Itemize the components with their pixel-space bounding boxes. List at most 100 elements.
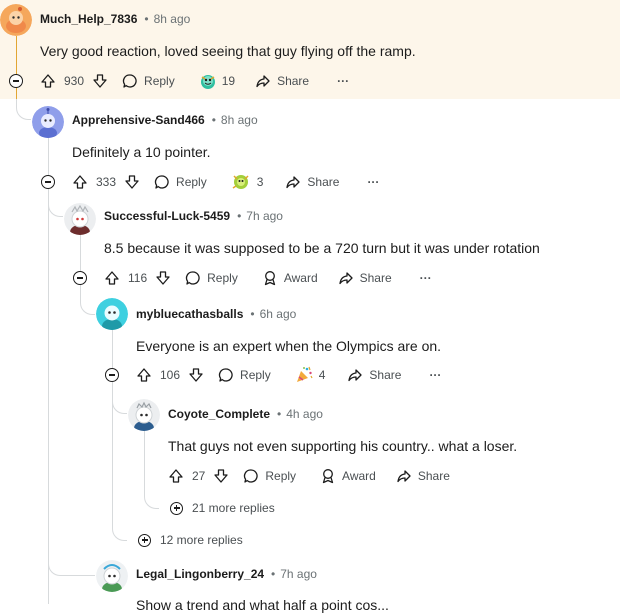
- award-count: 19: [221, 74, 236, 88]
- more-options-button[interactable]: ···: [429, 368, 441, 382]
- vote-count: 106: [160, 368, 181, 382]
- username[interactable]: Successful-Luck-5459: [104, 209, 230, 223]
- award-button[interactable]: 3: [231, 173, 264, 191]
- upvote-icon: [73, 175, 87, 189]
- thread-line-level-3: [80, 235, 81, 295]
- reply-label: Reply: [207, 271, 238, 285]
- award-icon: [264, 271, 275, 286]
- more-replies-button[interactable]: 12 more replies: [138, 533, 243, 547]
- avatar[interactable]: [32, 106, 64, 138]
- reply-label: Reply: [176, 175, 207, 189]
- username[interactable]: Apprehensive-Sand466: [72, 113, 205, 127]
- upvote-button[interactable]: [168, 468, 184, 484]
- downvote-button[interactable]: [92, 73, 108, 89]
- vote-count: 333: [96, 175, 117, 189]
- username[interactable]: Much_Help_7836: [40, 12, 137, 26]
- award-button[interactable]: Award: [262, 270, 318, 286]
- more-replies-button[interactable]: 21 more replies: [170, 501, 275, 515]
- share-icon: [256, 75, 270, 88]
- timestamp[interactable]: 7h ago: [246, 209, 283, 223]
- award-emoji-icon: [232, 175, 249, 189]
- reply-button[interactable]: Reply: [218, 367, 271, 383]
- comment-bubble-icon: [244, 469, 259, 483]
- upvote-icon: [105, 271, 119, 285]
- collapse-button[interactable]: [9, 74, 23, 88]
- award-count: 4: [318, 368, 326, 382]
- more-options-button[interactable]: ···: [337, 74, 349, 88]
- party-popper-icon: [296, 366, 313, 382]
- downvote-button[interactable]: [213, 468, 229, 484]
- timestamp[interactable]: 8h ago: [154, 12, 191, 26]
- more-options-button[interactable]: ···: [367, 175, 379, 189]
- avatar[interactable]: [0, 4, 32, 36]
- share-button[interactable]: Share: [255, 73, 309, 89]
- thread-line-level-5: [144, 427, 145, 495]
- separator-dot: •: [277, 407, 282, 421]
- share-button[interactable]: Share: [396, 468, 450, 484]
- reply-button[interactable]: Reply: [122, 73, 175, 89]
- comment-body: Everyone is an expert when the Olympics …: [136, 338, 442, 354]
- avatar[interactable]: [96, 298, 128, 330]
- avatar[interactable]: [96, 560, 128, 592]
- share-button[interactable]: Share: [347, 367, 401, 383]
- award-button[interactable]: 4: [295, 366, 326, 384]
- share-label: Share: [307, 175, 340, 189]
- downvote-button[interactable]: [124, 174, 140, 190]
- separator-dot: •: [250, 307, 255, 321]
- downvote-icon: [189, 368, 203, 382]
- thread-line-level-4: [112, 329, 113, 527]
- share-label: Share: [369, 368, 402, 382]
- timestamp[interactable]: 4h ago: [286, 407, 323, 421]
- reply-label: Reply: [144, 74, 175, 88]
- more-replies-label: 21 more replies: [192, 501, 275, 515]
- timestamp[interactable]: 8h ago: [221, 113, 258, 127]
- reply-button[interactable]: Reply: [154, 174, 207, 190]
- comment-body: Definitely a 10 pointer.: [72, 144, 211, 160]
- upvote-button[interactable]: [104, 270, 120, 286]
- more-replies-label: 12 more replies: [160, 533, 243, 547]
- thread-connector: [48, 196, 63, 217]
- upvote-button[interactable]: [136, 367, 152, 383]
- upvote-icon: [41, 74, 55, 88]
- upvote-button[interactable]: [40, 73, 56, 89]
- award-emoji-icon: [200, 75, 215, 89]
- thread-connector: [112, 525, 127, 541]
- reply-button[interactable]: Reply: [185, 270, 238, 286]
- username[interactable]: Legal_Lingonberry_24: [136, 567, 264, 581]
- username[interactable]: mybluecathasballs: [136, 307, 243, 321]
- timestamp[interactable]: 7h ago: [280, 567, 317, 581]
- thread-connector: [48, 555, 95, 576]
- reply-button[interactable]: Reply: [243, 468, 296, 484]
- avatar[interactable]: [128, 399, 160, 431]
- avatar[interactable]: [64, 203, 96, 235]
- timestamp[interactable]: 6h ago: [260, 307, 297, 321]
- reply-label: Reply: [240, 368, 271, 382]
- share-icon: [397, 470, 411, 483]
- share-button[interactable]: Share: [338, 270, 392, 286]
- upvote-icon: [169, 469, 183, 483]
- separator-dot: •: [144, 12, 149, 26]
- share-icon: [338, 272, 353, 285]
- share-icon: [286, 176, 301, 189]
- thread-connector: [80, 294, 95, 315]
- username[interactable]: Coyote_Complete: [168, 407, 270, 421]
- expand-plus-icon: [170, 501, 183, 515]
- downvote-button[interactable]: [155, 270, 171, 286]
- upvote-icon: [137, 368, 151, 382]
- share-button[interactable]: Share: [285, 174, 339, 190]
- thread-line-active: [16, 36, 17, 99]
- award-count: 3: [256, 175, 264, 189]
- collapse-button[interactable]: [41, 175, 55, 189]
- collapse-button[interactable]: [73, 271, 87, 285]
- comment-body: Very good reaction, loved seeing that gu…: [40, 43, 416, 59]
- award-label: Award: [283, 271, 318, 285]
- expand-plus-icon: [138, 533, 151, 547]
- downvote-button[interactable]: [188, 367, 204, 383]
- award-button[interactable]: 19: [199, 72, 235, 90]
- vote-count: 930: [64, 74, 85, 88]
- separator-dot: •: [211, 113, 216, 127]
- collapse-button[interactable]: [105, 368, 119, 382]
- upvote-button[interactable]: [72, 174, 88, 190]
- award-button[interactable]: Award: [320, 468, 376, 484]
- more-options-button[interactable]: ···: [420, 271, 432, 285]
